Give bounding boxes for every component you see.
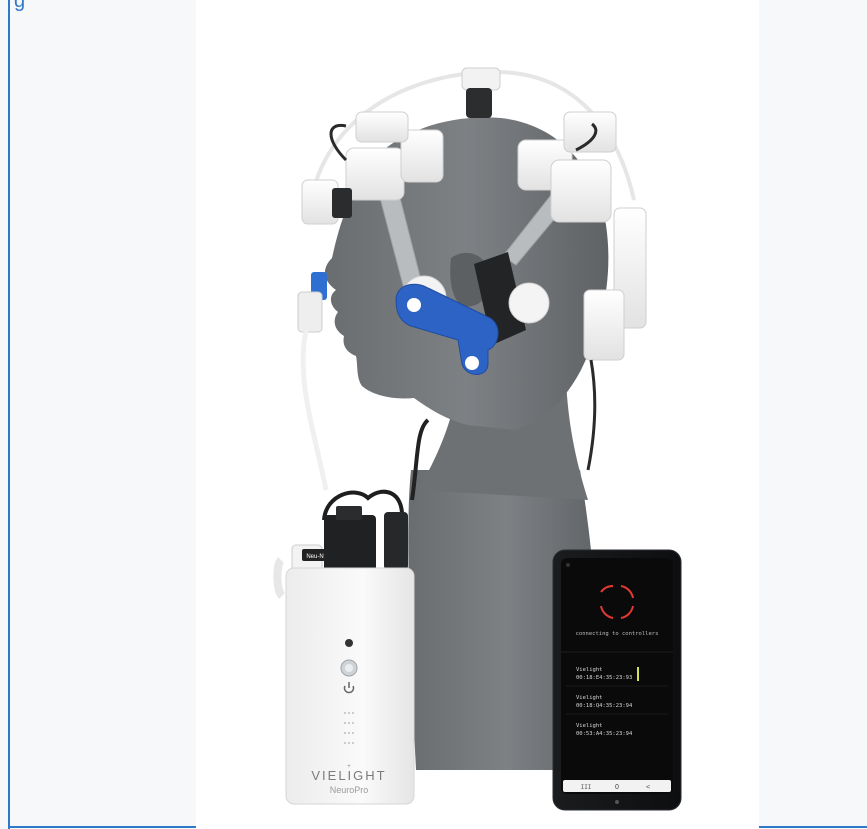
top-link-fragment[interactable]: g: [14, 0, 25, 11]
page-frame: g Neu-N + VIELIGHT NeuroPro connecting t…: [0, 0, 867, 829]
device-name: Vielight: [576, 695, 603, 701]
smartphone: connecting to controllers Vielight 00:18…: [552, 549, 682, 811]
tag-label: Neu-N: [306, 554, 323, 560]
device-brand: VIELIGHT: [311, 768, 386, 783]
headset-top-cap: [466, 88, 492, 118]
headset-cable: [586, 359, 597, 471]
phone-camera-dot: [615, 800, 619, 804]
device-model: NeuroPro: [330, 785, 369, 795]
selection-cursor: [637, 667, 639, 681]
neuropro-controller: + VIELIGHT NeuroPro: [285, 567, 415, 805]
left-border: [8, 0, 10, 829]
device-id: 00:53:A4:35:23:94: [576, 731, 633, 737]
product-photo: Neu-N + VIELIGHT NeuroPro connecting to …: [196, 0, 759, 829]
photo-illustration: Neu-N + VIELIGHT NeuroPro connecting to …: [273, 67, 682, 811]
device-id: 00:18:E4:35:23:93: [576, 675, 632, 681]
back-button[interactable]: <: [646, 783, 650, 791]
device-name: Vielight: [576, 667, 603, 673]
device-id: 00:18:Q4:35:23:94: [576, 703, 633, 709]
nasal-applicator: [297, 272, 329, 491]
phone-status-text: connecting to controllers: [576, 631, 659, 637]
headset-top-knob: [461, 67, 501, 91]
device-name: Vielight: [576, 723, 603, 729]
home-button[interactable]: O: [615, 783, 619, 791]
recent-apps-button[interactable]: III: [581, 784, 592, 791]
